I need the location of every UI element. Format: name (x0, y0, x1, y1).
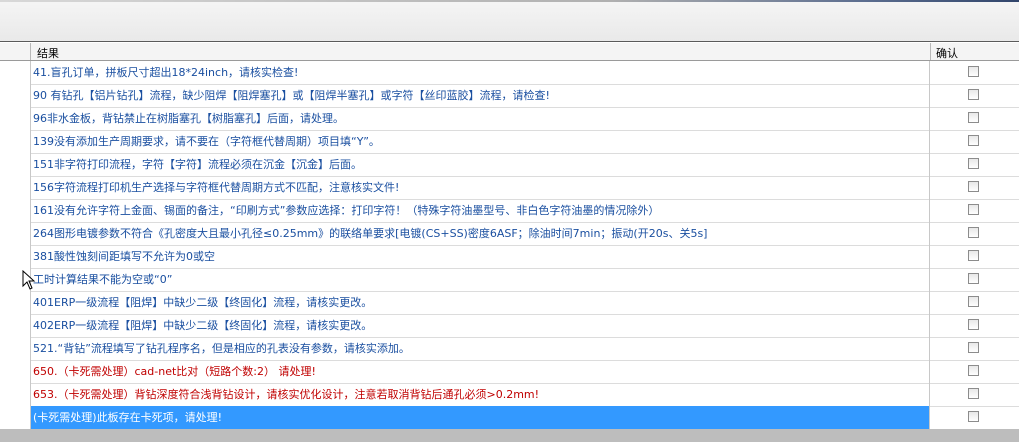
result-message[interactable]: 96非水金板，背钻禁止在树脂塞孔【树脂塞孔】后面，请处理。 (31, 107, 930, 130)
table-row[interactable]: 521.“背钻”流程填写了钻孔程序名，但是相应的孔表没有参数，请核实添加。 (0, 337, 1019, 361)
mouse-pointer-icon (22, 270, 36, 290)
confirm-checkbox[interactable] (968, 319, 979, 330)
confirm-checkbox[interactable] (968, 89, 979, 100)
result-message[interactable]: 151非字符打印流程，字符【字符】流程必须在沉金【沉金】后面。 (31, 153, 930, 176)
table-row[interactable]: 264图形电镀参数不符合《孔密度大且最小孔径≤0.25mm》的联络单要求[电镀(… (0, 222, 1019, 246)
table-row[interactable]: 90 有钻孔【铝片钻孔】流程，缺少阻焊【阻焊塞孔】或【阻焊半塞孔】或字符【丝印蓝… (0, 84, 1019, 108)
table-row[interactable]: 381酸性蚀刻间距填写不允许为0或空 (0, 245, 1019, 269)
table-row[interactable]: 653.（卡死需处理）背钻深度符合浅背钻设计，请核实优化设计，注意若取消背钻后通… (0, 383, 1019, 407)
table-row[interactable]: 151非字符打印流程，字符【字符】流程必须在沉金【沉金】后面。 (0, 153, 1019, 177)
table-row[interactable]: 402ERP一级流程【阻焊】中缺少二级【终固化】流程，请核实更改。 (0, 314, 1019, 338)
row-indicator[interactable] (0, 130, 31, 153)
row-indicator[interactable] (0, 314, 31, 337)
toolbar-area (0, 0, 1019, 42)
row-indicator[interactable] (0, 360, 31, 383)
confirm-checkbox[interactable] (968, 158, 979, 169)
horizontal-scroll-area[interactable] (0, 429, 1019, 442)
table-row[interactable]: 41.盲孔订单，拼板尺寸超出18*24inch，请核实检查! (0, 61, 1019, 85)
result-message[interactable]: 90 有钻孔【铝片钻孔】流程，缺少阻焊【阻焊塞孔】或【阻焊半塞孔】或字符【丝印蓝… (31, 84, 930, 107)
table-row[interactable]: 401ERP一级流程【阻焊】中缺少二级【终固化】流程，请核实更改。 (0, 291, 1019, 315)
confirm-checkbox[interactable] (968, 342, 979, 353)
result-message[interactable]: 402ERP一级流程【阻焊】中缺少二级【终固化】流程，请核实更改。 (31, 314, 930, 337)
window-top-edge (0, 0, 1019, 2)
table-row[interactable]: (卡死需处理)此板存在卡死项，请处理! (0, 406, 1019, 430)
result-message[interactable]: 139没有添加生产周期要求，请不要在（字符框代替周期）项目填“Y”。 (31, 130, 930, 153)
row-indicator[interactable] (0, 199, 31, 222)
row-indicator[interactable] (0, 406, 31, 429)
confirm-checkbox[interactable] (968, 204, 979, 215)
row-indicator[interactable] (0, 383, 31, 406)
confirm-checkbox[interactable] (968, 66, 979, 77)
row-indicator[interactable] (0, 176, 31, 199)
result-message[interactable]: (卡死需处理)此板存在卡死项，请处理! (31, 406, 930, 429)
result-message[interactable]: 41.盲孔订单，拼板尺寸超出18*24inch，请核实检查! (31, 61, 930, 84)
column-header-result[interactable]: 结果 (37, 45, 59, 61)
table-row[interactable]: 139没有添加生产周期要求，请不要在（字符框代替周期）项目填“Y”。 (0, 130, 1019, 154)
confirm-checkbox[interactable] (968, 411, 979, 422)
confirm-checkbox[interactable] (968, 112, 979, 123)
result-message[interactable]: 521.“背钻”流程填写了钻孔程序名，但是相应的孔表没有参数，请核实添加。 (31, 337, 930, 360)
confirm-checkbox[interactable] (968, 273, 979, 284)
header-divider (30, 43, 31, 60)
confirm-checkbox[interactable] (968, 227, 979, 238)
row-indicator[interactable] (0, 337, 31, 360)
row-indicator[interactable] (0, 291, 31, 314)
header-divider[interactable] (930, 43, 931, 60)
result-message[interactable]: 264图形电镀参数不符合《孔密度大且最小孔径≤0.25mm》的联络单要求[电镀(… (31, 222, 930, 245)
confirm-checkbox[interactable] (968, 388, 979, 399)
table-row[interactable]: 650.（卡死需处理）cad-net比对（短路个数:2） 请处理! (0, 360, 1019, 384)
result-message[interactable]: 161没有允许字符上金面、锡面的备注，“印刷方式”参数应选择：打印字符！（特殊字… (31, 199, 930, 222)
confirm-checkbox[interactable] (968, 365, 979, 376)
row-indicator[interactable] (0, 222, 31, 245)
row-indicator[interactable] (0, 153, 31, 176)
confirm-checkbox[interactable] (968, 296, 979, 307)
table-row[interactable]: 工时计算结果不能为空或“0” (0, 268, 1019, 292)
table-row[interactable]: 96非水金板，背钻禁止在树脂塞孔【树脂塞孔】后面，请处理。 (0, 107, 1019, 131)
row-indicator[interactable] (0, 245, 31, 268)
confirm-checkbox[interactable] (968, 181, 979, 192)
result-message[interactable]: 156字符流程打印机生产选择与字符框代替周期方式不匹配，注意核实文件! (31, 176, 930, 199)
confirm-checkbox[interactable] (968, 135, 979, 146)
results-grid[interactable]: 结果 确认 41.盲孔订单，拼板尺寸超出18*24inch，请核实检查! 90 有… (0, 43, 1019, 430)
result-message[interactable]: 401ERP一级流程【阻焊】中缺少二级【终固化】流程，请核实更改。 (31, 291, 930, 314)
grid-header: 结果 确认 (0, 43, 1019, 61)
result-message[interactable]: 工时计算结果不能为空或“0” (31, 268, 930, 291)
result-message[interactable]: 650.（卡死需处理）cad-net比对（短路个数:2） 请处理! (31, 360, 930, 383)
row-indicator[interactable] (0, 84, 31, 107)
column-header-confirm[interactable]: 确认 (936, 45, 958, 61)
result-message[interactable]: 653.（卡死需处理）背钻深度符合浅背钻设计，请核实优化设计，注意若取消背钻后通… (31, 383, 930, 406)
table-row[interactable]: 156字符流程打印机生产选择与字符框代替周期方式不匹配，注意核实文件! (0, 176, 1019, 200)
row-indicator[interactable] (0, 61, 31, 84)
row-indicator[interactable] (0, 107, 31, 130)
result-message[interactable]: 381酸性蚀刻间距填写不允许为0或空 (31, 245, 930, 268)
confirm-checkbox[interactable] (968, 250, 979, 261)
table-row[interactable]: 161没有允许字符上金面、锡面的备注，“印刷方式”参数应选择：打印字符！（特殊字… (0, 199, 1019, 223)
